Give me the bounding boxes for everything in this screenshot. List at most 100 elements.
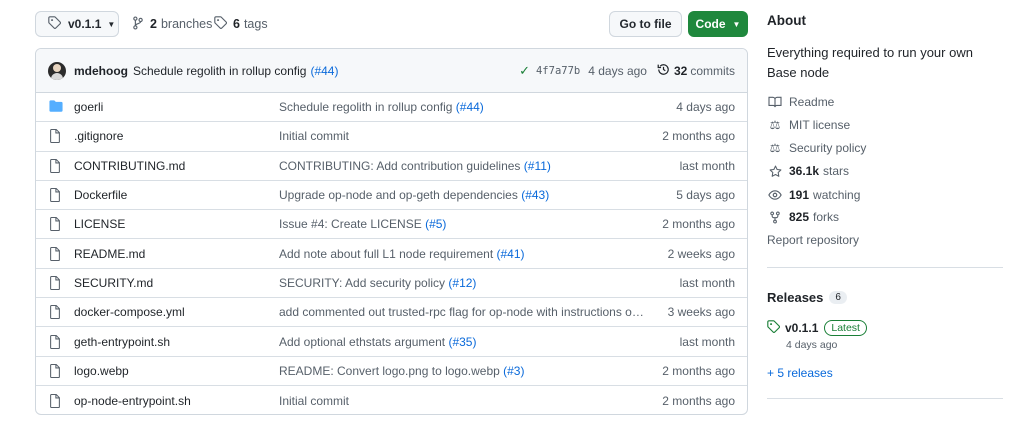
table-row[interactable]: docker-compose.yml add commented out trus…: [36, 298, 747, 328]
releases-heading[interactable]: Releases 6: [767, 290, 847, 305]
table-row[interactable]: .gitignore Initial commit 2 months ago: [36, 122, 747, 152]
file-commit-message[interactable]: README: Convert logo.png to logo.webp (#…: [279, 364, 524, 378]
table-row[interactable]: geth-entrypoint.sh Add optional ethstats …: [36, 327, 747, 357]
file-name[interactable]: LICENSE: [74, 217, 125, 231]
file-icon: [49, 393, 62, 408]
folder-icon: [49, 100, 63, 114]
pr-link[interactable]: (#43): [521, 188, 549, 202]
forks-label: forks: [813, 210, 840, 224]
file-age: 4 days ago: [676, 100, 735, 115]
file-commit-message[interactable]: Add note about full L1 node requirement …: [279, 247, 525, 261]
file-commit-message[interactable]: Schedule regolith in rollup config (#44): [279, 100, 484, 114]
readme-label: Readme: [789, 95, 835, 109]
table-row[interactable]: SECURITY.md SECURITY: Add security policy…: [36, 269, 747, 299]
commit-message-text: Add optional ethstats argument: [279, 334, 449, 349]
pr-link[interactable]: (#12): [448, 276, 476, 290]
file-name[interactable]: README.md: [74, 247, 145, 261]
table-row[interactable]: op-node-entrypoint.sh Initial commit 2 mon…: [36, 386, 747, 414]
file-name[interactable]: Dockerfile: [74, 188, 127, 202]
commit-author[interactable]: mdehoog: [74, 64, 128, 78]
pr-link[interactable]: (#5): [425, 217, 446, 231]
file-age: 2 months ago: [662, 393, 735, 408]
commit-message-text: Issue #4: Create LICENSE: [279, 217, 426, 232]
commit-pr-link[interactable]: (#44): [310, 64, 338, 78]
file-commit-message[interactable]: Issue #4: Create LICENSE (#5): [279, 217, 446, 231]
repo-description: Everything required to run your own Base…: [767, 45, 973, 80]
more-releases-link[interactable]: + 5 releases: [767, 366, 833, 380]
file-commit-message[interactable]: Add optional ethstats argument (#35): [279, 335, 476, 349]
branch-name: v0.1.1: [68, 17, 102, 31]
watching-link[interactable]: 191 watching: [767, 186, 860, 204]
commit-message-text: Initial commit: [279, 129, 350, 144]
stars-label: stars: [823, 164, 850, 178]
commit-age: 4 days ago: [588, 64, 647, 78]
commit-message-text: Schedule regolith in rollup config: [279, 100, 456, 115]
commit-message[interactable]: Schedule regolith in rollup config: [133, 64, 306, 78]
file-commit-message[interactable]: Initial commit: [279, 394, 349, 408]
star-icon: [767, 165, 783, 178]
commits-link[interactable]: 32 commits: [657, 63, 735, 79]
file-name[interactable]: .gitignore: [74, 129, 123, 143]
branches-label: branches: [160, 17, 213, 31]
latest-release[interactable]: v0.1.1 Latest: [767, 320, 867, 336]
file-name[interactable]: docker-compose.yml: [74, 305, 185, 319]
chevron-down-icon: ▼: [732, 19, 741, 29]
file-icon: [49, 187, 62, 203]
table-row[interactable]: LICENSE Issue #4: Create LICENSE (#5) 2 mo…: [36, 210, 747, 240]
file-commit-message[interactable]: add commented out trusted-rpc flag for o…: [279, 305, 644, 319]
forks-link[interactable]: 825 forks: [767, 208, 839, 226]
pr-link[interactable]: (#3): [503, 364, 524, 378]
commit-sha[interactable]: 4f7a77b: [536, 65, 580, 77]
file-icon: [49, 129, 62, 144]
file-icon: [49, 363, 62, 378]
watching-label: watching: [813, 188, 861, 202]
code-button-label: Code: [695, 17, 726, 31]
file-name[interactable]: SECURITY.md: [74, 276, 153, 290]
readme-link[interactable]: Readme: [767, 93, 834, 111]
file-name[interactable]: CONTRIBUTING.md: [74, 159, 185, 173]
file-commit-message[interactable]: CONTRIBUTING: Add contribution guideline…: [279, 159, 551, 173]
table-row[interactable]: README.md Add note about full L1 node req…: [36, 239, 747, 269]
table-row[interactable]: goerli Schedule regolith in rollup config…: [36, 93, 747, 123]
file-name[interactable]: geth-entrypoint.sh: [74, 335, 170, 349]
license-link[interactable]: ⚖ MIT license: [767, 116, 851, 134]
security-policy-link[interactable]: ⚖ Security policy: [767, 139, 867, 157]
law-icon: ⚖: [769, 141, 781, 155]
table-row[interactable]: logo.webp README: Convert logo.png to log…: [36, 357, 747, 386]
commit-message-text: Initial commit: [279, 393, 350, 408]
tags-link[interactable]: 6 tags: [214, 11, 268, 37]
tag-icon: [214, 16, 228, 32]
file-name[interactable]: goerli: [74, 100, 103, 114]
commit-message-text: README: Convert logo.png to logo.webp: [279, 363, 504, 378]
file-name[interactable]: op-node-entrypoint.sh: [74, 394, 191, 408]
stars-link[interactable]: 36.1k stars: [767, 162, 849, 180]
pr-link[interactable]: (#11): [524, 159, 551, 173]
code-button[interactable]: Code ▼: [688, 11, 748, 37]
file-name[interactable]: logo.webp: [74, 364, 129, 378]
file-age: 2 months ago: [662, 217, 735, 232]
go-to-file-button[interactable]: Go to file: [609, 11, 682, 37]
repo-toolbar: v0.1.1 ▼ 2 branches 6 tags Go to file Co…: [35, 11, 748, 37]
tag-icon: [767, 320, 781, 336]
release-name: v0.1.1: [785, 321, 819, 335]
pr-link[interactable]: (#44): [456, 100, 484, 114]
file-commit-message[interactable]: Initial commit: [279, 129, 349, 143]
commit-message-text: Upgrade op-node and op-geth dependencies: [279, 188, 522, 203]
branches-link[interactable]: 2 branches: [132, 11, 212, 37]
file-commit-message[interactable]: SECURITY: Add security policy (#12): [279, 276, 476, 290]
table-row[interactable]: Dockerfile Upgrade op-node and op-geth de…: [36, 181, 747, 211]
table-row[interactable]: CONTRIBUTING.md CONTRIBUTING: Add contrib…: [36, 152, 747, 181]
file-age: 2 weeks ago: [667, 246, 735, 261]
report-repository-link[interactable]: Report repository: [767, 233, 859, 247]
pr-link[interactable]: (#35): [448, 335, 476, 349]
file-age: last month: [679, 334, 735, 349]
avatar[interactable]: [48, 61, 66, 80]
law-icon: ⚖: [769, 118, 781, 132]
file-age: 2 months ago: [662, 129, 735, 144]
file-commit-message[interactable]: Upgrade op-node and op-geth dependencies…: [279, 188, 549, 202]
stars-count: 36.1k: [789, 164, 820, 178]
file-age: last month: [679, 158, 735, 173]
pr-link[interactable]: (#41): [497, 247, 525, 261]
branch-selector[interactable]: v0.1.1 ▼: [35, 11, 119, 37]
chevron-down-icon: ▼: [107, 19, 116, 29]
